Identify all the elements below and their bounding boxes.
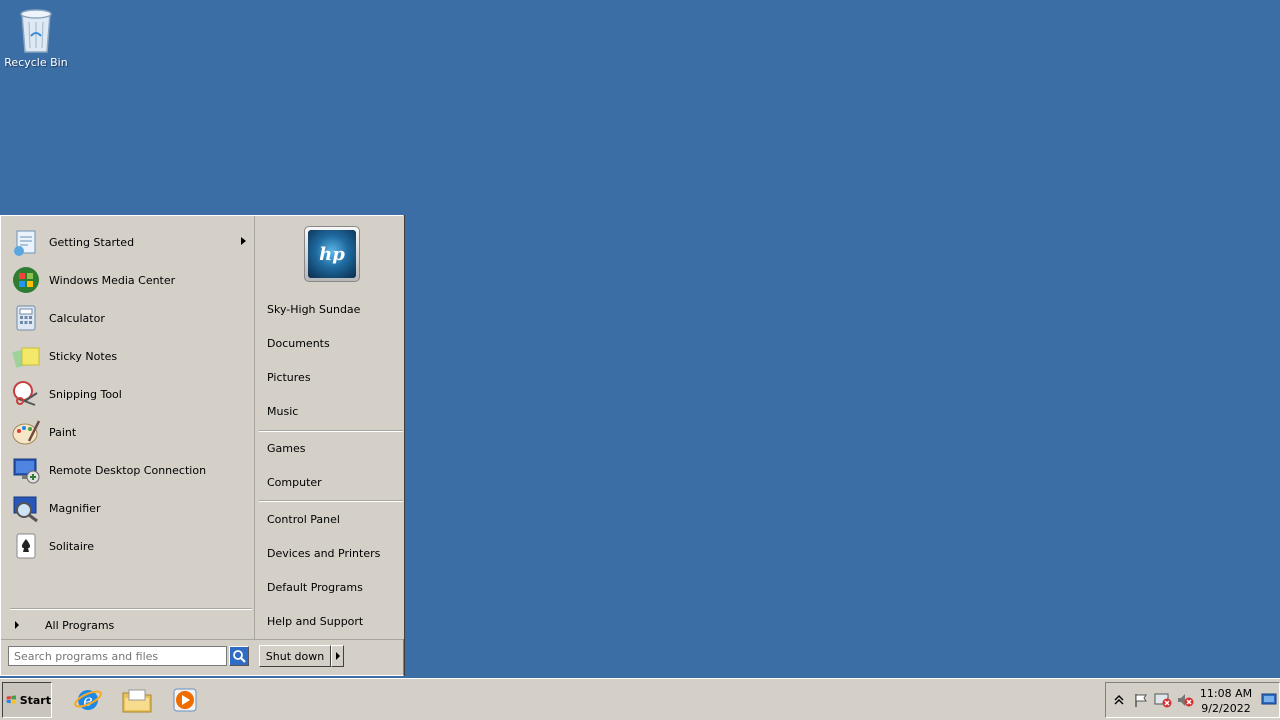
volume-muted-icon[interactable] <box>1174 689 1196 711</box>
taskbar-media-player[interactable] <box>168 683 202 717</box>
programs-separator <box>10 608 252 610</box>
places-control-panel[interactable]: Control Panel <box>267 510 340 528</box>
search-icon <box>233 650 246 663</box>
taskbar-windows-explorer[interactable] <box>120 683 154 717</box>
desktop-icon-label: Recycle Bin <box>4 56 68 69</box>
taskbar: Start e 11:08 AM 9/2/2022 <box>0 678 1280 720</box>
places-separator <box>259 500 403 502</box>
system-tray: 11:08 AM 9/2/2022 <box>1105 682 1280 718</box>
recycle-bin-icon <box>20 9 52 53</box>
solitaire-icon <box>8 528 44 564</box>
search-row: Shut down <box>1 639 403 676</box>
program-paint[interactable]: Paint <box>8 413 252 451</box>
start-label: Start <box>19 693 51 707</box>
search-button[interactable] <box>229 646 249 666</box>
calculator-icon <box>8 300 44 336</box>
clock-time: 11:08 AM <box>1199 687 1253 700</box>
places-documents[interactable]: Documents <box>267 334 330 352</box>
network-error-icon[interactable] <box>1152 689 1174 711</box>
shutdown-button[interactable]: Shut down <box>259 645 331 667</box>
show-hidden-icons-chevron[interactable] <box>1108 689 1130 711</box>
program-windows-media-center[interactable]: Windows Media Center <box>8 261 252 299</box>
clock[interactable]: 11:08 AM 9/2/2022 <box>1196 686 1256 716</box>
program-label: Windows Media Center <box>49 273 176 287</box>
getting-started-icon <box>8 224 44 260</box>
snipping-tool-icon <box>8 376 44 412</box>
shutdown-options-button[interactable] <box>331 645 344 667</box>
start-menu-programs-pane: Getting Started Windows Media Center Cal… <box>2 217 254 639</box>
chevron-right-icon <box>335 652 340 660</box>
all-programs-button[interactable]: All Programs <box>10 615 250 635</box>
desktop-icon-recycle-bin[interactable]: Recycle Bin <box>4 6 68 74</box>
places-user-folder[interactable]: Sky-High Sundae <box>267 300 360 318</box>
remote-desktop-icon <box>8 452 44 488</box>
internet-explorer-icon: e <box>74 690 102 710</box>
show-desktop-button[interactable] <box>1261 691 1277 709</box>
show-desktop-icon <box>1261 693 1277 705</box>
action-center-flag-icon[interactable] <box>1130 689 1152 711</box>
places-default-programs[interactable]: Default Programs <box>267 578 363 596</box>
magnifier-icon <box>8 490 44 526</box>
program-remote-desktop-connection[interactable]: Remote Desktop Connection <box>8 451 252 489</box>
program-label: Sticky Notes <box>49 349 118 363</box>
sticky-notes-icon <box>8 338 44 374</box>
start-menu-places-pane: hp Sky-High Sundae Documents Pictures Mu… <box>254 216 404 639</box>
places-computer[interactable]: Computer <box>267 473 322 491</box>
chevron-right-icon <box>15 621 19 629</box>
places-separator <box>259 430 403 432</box>
windows-explorer-icon <box>122 689 152 713</box>
places-devices-and-printers[interactable]: Devices and Printers <box>267 544 380 562</box>
program-label: Calculator <box>49 311 105 325</box>
program-label: Paint <box>49 425 77 439</box>
program-label: Magnifier <box>49 501 101 515</box>
program-label: Getting Started <box>49 235 135 249</box>
paint-icon <box>8 414 44 450</box>
windows-media-center-icon <box>8 262 44 298</box>
places-games[interactable]: Games <box>267 439 305 457</box>
program-sticky-notes[interactable]: Sticky Notes <box>8 337 252 375</box>
places-help-and-support[interactable]: Help and Support <box>267 612 363 630</box>
program-calculator[interactable]: Calculator <box>8 299 252 337</box>
places-pictures[interactable]: Pictures <box>267 368 311 386</box>
search-input[interactable] <box>8 646 227 666</box>
program-getting-started[interactable]: Getting Started <box>8 223 252 261</box>
hp-logo-icon: hp <box>308 230 356 278</box>
program-solitaire[interactable]: Solitaire <box>8 527 252 565</box>
program-label: Solitaire <box>49 539 94 553</box>
taskbar-internet-explorer[interactable]: e <box>71 683 105 717</box>
submenu-arrow-icon[interactable] <box>241 237 246 245</box>
media-player-icon <box>173 688 197 712</box>
all-programs-label: All Programs <box>45 618 115 632</box>
clock-date: 9/2/2022 <box>1201 702 1251 715</box>
windows-logo-icon <box>6 695 17 705</box>
user-picture[interactable]: hp <box>304 226 360 282</box>
start-button[interactable]: Start <box>2 682 52 718</box>
program-magnifier[interactable]: Magnifier <box>8 489 252 527</box>
program-label: Remote Desktop Connection <box>49 463 207 477</box>
program-snipping-tool[interactable]: Snipping Tool <box>8 375 252 413</box>
start-menu: Getting Started Windows Media Center Cal… <box>0 215 404 676</box>
places-music[interactable]: Music <box>267 402 298 420</box>
program-label: Snipping Tool <box>49 387 122 401</box>
